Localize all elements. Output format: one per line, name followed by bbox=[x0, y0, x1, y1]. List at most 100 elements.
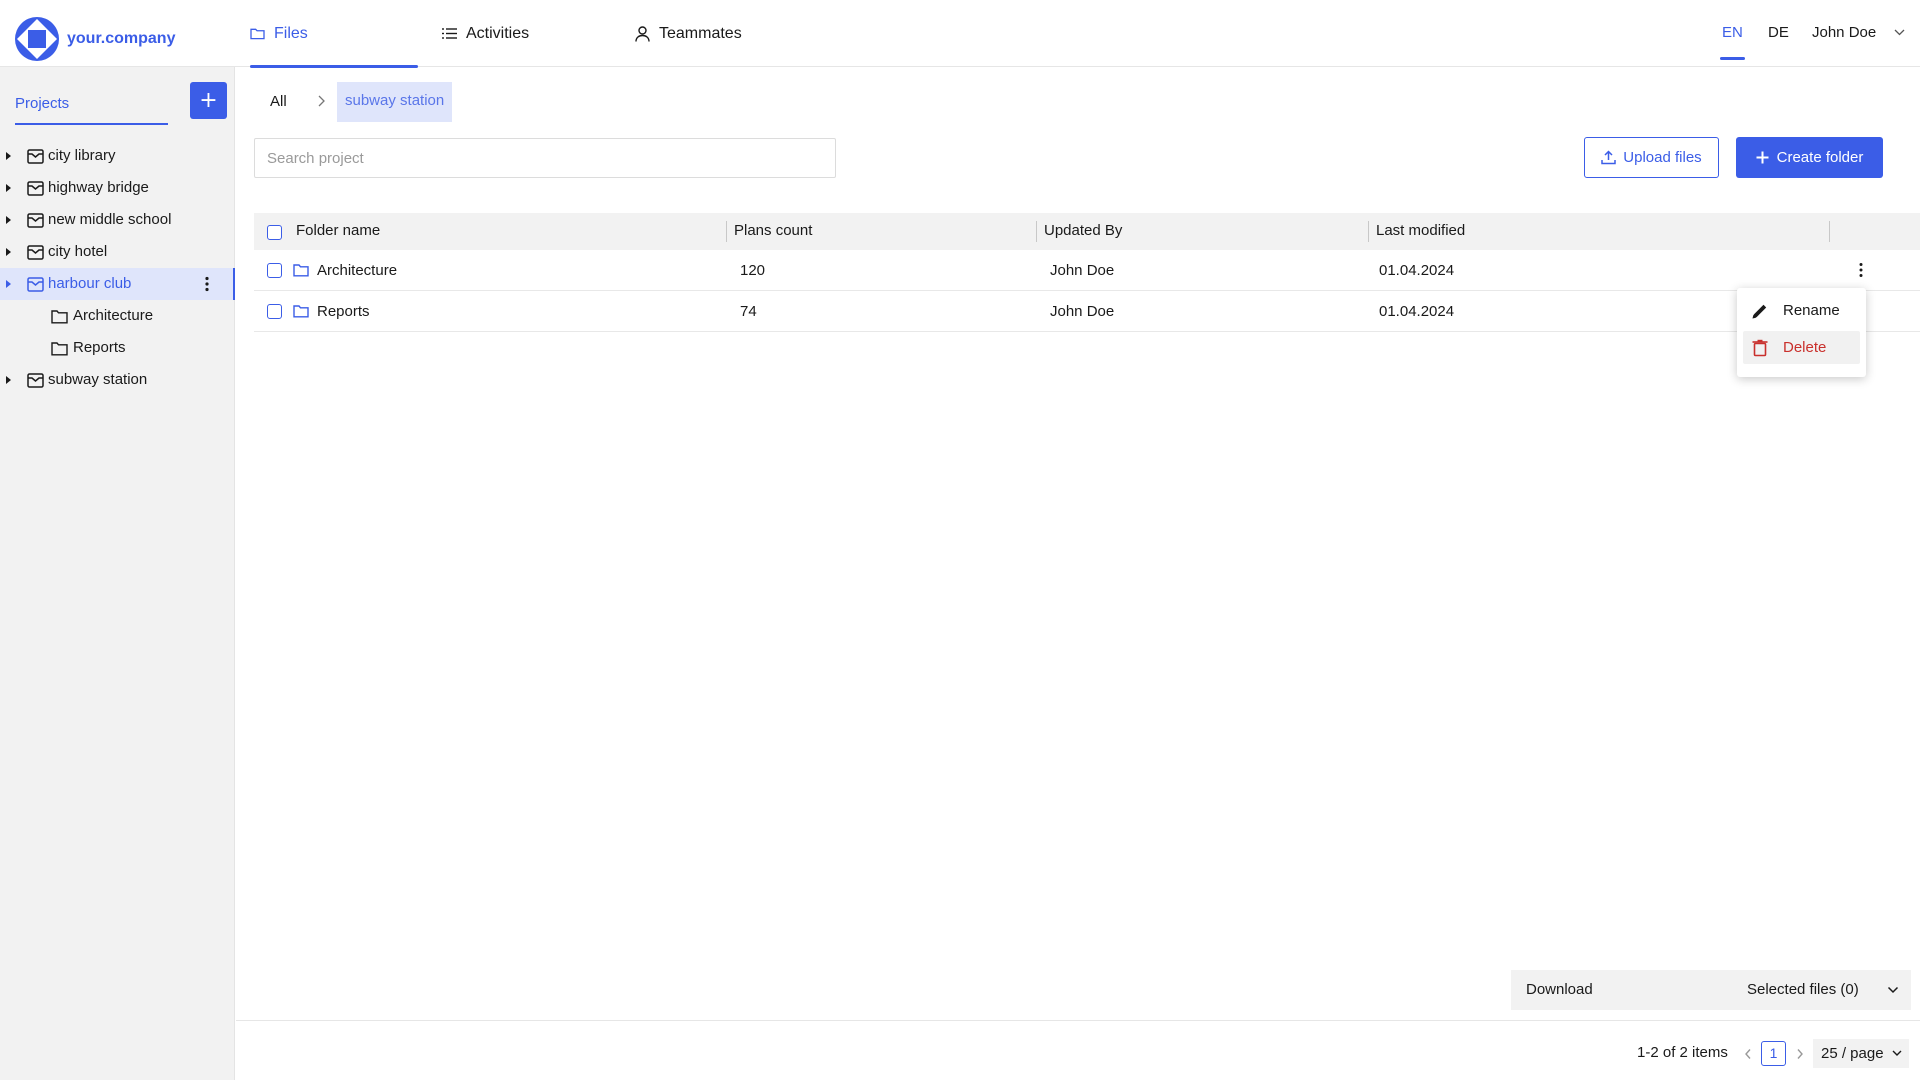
project-box-icon bbox=[27, 373, 44, 388]
download-label[interactable]: Download bbox=[1526, 981, 1593, 998]
menu-item-rename[interactable]: Rename bbox=[1743, 294, 1860, 327]
last-modified: 01.04.2024 bbox=[1379, 303, 1455, 320]
plus-icon bbox=[1756, 151, 1769, 164]
brand-logo[interactable]: your.company bbox=[14, 16, 175, 62]
tree-item-highway-bridge[interactable]: highway bridge bbox=[0, 172, 235, 204]
tree-item-label: highway bridge bbox=[48, 179, 149, 196]
tree-item-label: city library bbox=[48, 147, 116, 164]
breadcrumb-current[interactable]: subway station bbox=[337, 82, 453, 122]
chevron-down-icon bbox=[1894, 29, 1905, 36]
chevron-down-icon[interactable] bbox=[1887, 985, 1899, 995]
folder-icon bbox=[293, 264, 309, 277]
folder-name[interactable]: Architecture bbox=[317, 262, 397, 279]
folder-name[interactable]: Reports bbox=[317, 303, 370, 320]
language-de[interactable]: DE bbox=[1768, 24, 1789, 41]
page-size-select[interactable]: 25 / page bbox=[1813, 1039, 1909, 1068]
projects-tab[interactable]: Projects bbox=[15, 93, 168, 125]
tree-item-label: Reports bbox=[73, 339, 126, 356]
chevron-down-icon bbox=[1892, 1050, 1902, 1056]
caret-right-icon[interactable] bbox=[6, 248, 11, 256]
menu-item-delete[interactable]: Delete bbox=[1743, 331, 1860, 364]
more-vertical-icon[interactable] bbox=[1852, 261, 1870, 279]
top-header: your.company Files Activities Teammates … bbox=[0, 0, 1920, 68]
user-menu[interactable]: John Doe bbox=[1812, 24, 1905, 41]
updated-by: John Doe bbox=[1050, 303, 1115, 320]
tree-child-reports[interactable]: Reports bbox=[0, 332, 235, 364]
pencil-icon bbox=[1752, 304, 1767, 318]
user-icon bbox=[635, 25, 650, 42]
tree-item-label: new middle school bbox=[48, 211, 172, 228]
chevron-left-icon[interactable] bbox=[1744, 1048, 1752, 1060]
add-project-button[interactable]: + bbox=[190, 82, 227, 119]
menu-item-label: Rename bbox=[1783, 302, 1840, 319]
column-header-last-modified[interactable]: Last modified bbox=[1376, 222, 1465, 239]
folder-icon bbox=[51, 342, 68, 356]
column-divider[interactable] bbox=[1829, 221, 1830, 242]
tree-child-architecture[interactable]: Architecture bbox=[0, 300, 235, 332]
list-icon bbox=[442, 28, 457, 39]
search-project-input[interactable] bbox=[254, 138, 836, 178]
page-number-current[interactable]: 1 bbox=[1761, 1041, 1786, 1066]
tree-item-label: Architecture bbox=[73, 307, 154, 324]
create-folder-label: Create folder bbox=[1776, 149, 1864, 166]
download-selected-bar[interactable]: Download Selected files (0) bbox=[1511, 970, 1911, 1010]
folders-table: Folder name Plans count Updated By Last … bbox=[254, 213, 1920, 332]
tree-item-label: city hotel bbox=[48, 243, 108, 260]
tree-item-harbour-club[interactable]: harbour club bbox=[0, 268, 235, 300]
column-divider[interactable] bbox=[1368, 221, 1369, 242]
tree-item-label: harbour club bbox=[48, 275, 132, 292]
tree-item-city-library[interactable]: city library bbox=[0, 140, 235, 172]
caret-right-icon[interactable] bbox=[6, 152, 11, 160]
tab-teammates-label: Teammates bbox=[659, 24, 742, 42]
tab-activities[interactable]: Activities bbox=[442, 0, 529, 67]
create-folder-button[interactable]: Create folder bbox=[1736, 137, 1883, 178]
language-en[interactable]: EN bbox=[1720, 24, 1745, 60]
tab-teammates[interactable]: Teammates bbox=[635, 0, 742, 67]
brand-name: your.company bbox=[67, 30, 176, 47]
breadcrumb-all[interactable]: All bbox=[270, 93, 287, 110]
pagination-footer: 1-2 of 2 items 1 25 / page bbox=[236, 1020, 1920, 1080]
plans-count: 120 bbox=[740, 262, 766, 279]
column-header-plans-count[interactable]: Plans count bbox=[734, 222, 812, 239]
table-header: Folder name Plans count Updated By Last … bbox=[254, 213, 1920, 250]
caret-right-icon[interactable] bbox=[6, 376, 11, 384]
tree-item-new-middle-school[interactable]: new middle school bbox=[0, 204, 235, 236]
upload-files-label: Upload files bbox=[1623, 149, 1702, 166]
caret-right-icon[interactable] bbox=[6, 216, 11, 224]
caret-right-icon[interactable] bbox=[6, 184, 11, 192]
folder-icon bbox=[293, 305, 309, 318]
select-all-checkbox[interactable] bbox=[267, 225, 282, 240]
sidebar: Projects + city library highway bridge n… bbox=[0, 67, 235, 1080]
updated-by: John Doe bbox=[1050, 262, 1115, 279]
row-checkbox[interactable] bbox=[267, 263, 282, 278]
table-row[interactable]: Architecture 120 John Doe 01.04.2024 bbox=[254, 250, 1920, 291]
items-count: 1-2 of 2 items bbox=[1637, 1044, 1728, 1061]
tree-item-subway-station[interactable]: subway station bbox=[0, 364, 235, 396]
project-box-icon bbox=[27, 181, 44, 196]
caret-right-icon[interactable] bbox=[6, 280, 11, 288]
logo-mark-icon bbox=[15, 17, 59, 61]
table-row[interactable]: Reports 74 John Doe 01.04.2024 bbox=[254, 291, 1920, 332]
last-modified: 01.04.2024 bbox=[1379, 262, 1455, 279]
column-divider[interactable] bbox=[1036, 221, 1037, 242]
plans-count: 74 bbox=[740, 303, 757, 320]
tab-files-label: Files bbox=[274, 24, 308, 42]
trash-icon bbox=[1752, 339, 1768, 356]
tree-item-city-hotel[interactable]: city hotel bbox=[0, 236, 235, 268]
row-checkbox[interactable] bbox=[267, 304, 282, 319]
column-header-folder-name[interactable]: Folder name bbox=[296, 222, 380, 239]
upload-files-button[interactable]: Upload files bbox=[1584, 137, 1719, 178]
more-vertical-icon[interactable] bbox=[198, 275, 216, 293]
column-divider[interactable] bbox=[726, 221, 727, 242]
menu-item-label: Delete bbox=[1783, 339, 1827, 356]
selected-files-count: Selected files (0) bbox=[1747, 981, 1859, 998]
upload-icon bbox=[1601, 150, 1617, 165]
tree-item-label: subway station bbox=[48, 371, 148, 388]
chevron-right-icon[interactable] bbox=[1796, 1048, 1804, 1060]
page-size-value: 25 / page bbox=[1821, 1045, 1884, 1062]
folder-icon bbox=[250, 28, 265, 40]
column-header-updated-by[interactable]: Updated By bbox=[1044, 222, 1122, 239]
tab-files[interactable]: Files bbox=[250, 0, 418, 68]
project-box-icon bbox=[27, 277, 44, 292]
row-context-menu: Rename Delete bbox=[1737, 288, 1866, 377]
